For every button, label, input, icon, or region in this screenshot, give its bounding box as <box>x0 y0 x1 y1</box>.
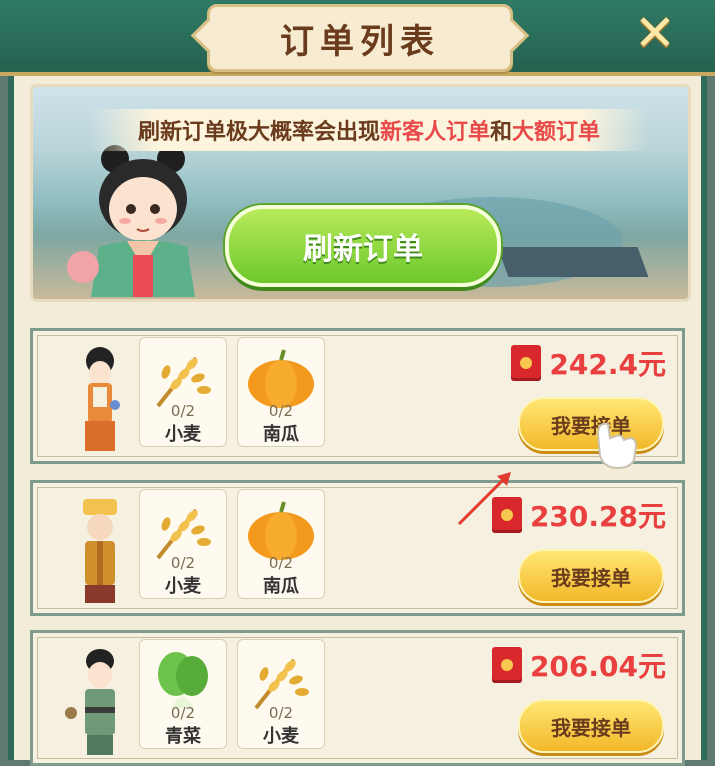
item-quantity: 0/2 <box>268 704 294 722</box>
refresh-banner: 刷新订单极大概率会出现 新客人订单 和 大额订单 刷新订单 <box>30 84 691 302</box>
close-button[interactable]: ✕ <box>628 6 682 60</box>
order-card: 0/2 小麦 0/2 南瓜 230.28元 我要接单 <box>30 480 685 616</box>
reward-row: 242.4元 <box>511 345 666 381</box>
item-name: 小麦 <box>263 726 299 747</box>
accept-order-button[interactable]: 我要接单 <box>518 549 664 603</box>
item-quantity: 0/2 <box>268 554 294 572</box>
page-title: 订单列表 <box>280 21 440 62</box>
header-bar: 订单列表 ✕ <box>0 0 715 76</box>
arrow-annotation-icon <box>457 472 511 526</box>
item-name: 南瓜 <box>263 424 299 445</box>
required-item: 0/2 南瓜 <box>237 489 325 599</box>
reward-amount: 206.04元 <box>529 650 666 683</box>
red-envelope-icon <box>511 345 542 381</box>
title-plaque: 订单列表 <box>207 4 513 72</box>
scenery-roof <box>497 247 649 277</box>
accept-order-button[interactable]: 我要接单 <box>518 699 664 753</box>
refresh-orders-button[interactable]: 刷新订单 <box>225 205 501 287</box>
reward-amount: 230.28元 <box>529 500 666 533</box>
pointer-hand-icon <box>596 422 638 470</box>
close-icon: ✕ <box>634 4 676 62</box>
reward-row: 206.04元 <box>491 647 666 683</box>
item-quantity: 0/2 <box>170 554 196 572</box>
item-name: 青菜 <box>165 726 201 747</box>
red-envelope-icon <box>491 647 522 683</box>
customer-avatar <box>83 499 117 603</box>
item-name: 南瓜 <box>263 576 299 597</box>
customer-avatar <box>65 649 115 755</box>
item-name: 小麦 <box>165 424 201 445</box>
required-item: 0/2 南瓜 <box>237 337 325 447</box>
required-item: 0/2 小麦 <box>139 489 227 599</box>
highlight-big-order: 大额订单 <box>512 120 601 145</box>
banner-hint: 刷新订单极大概率会出现 新客人订单 和 大额订单 <box>89 109 649 151</box>
required-item: 0/2 小麦 <box>237 639 325 749</box>
required-item: 0/2 小麦 <box>139 337 227 447</box>
item-name: 小麦 <box>165 576 201 597</box>
item-quantity: 0/2 <box>170 402 196 420</box>
item-quantity: 0/2 <box>170 704 196 722</box>
reward-row: 230.28元 <box>491 497 666 533</box>
highlight-new-customer: 新客人订单 <box>379 120 490 145</box>
girl-illustration <box>67 145 195 297</box>
order-card: 0/2 青菜 0/2 小麦 206.04元 我要接单 <box>30 630 685 766</box>
order-card: 0/2 小麦 0/2 南瓜 242.4元 我要接单 <box>30 328 685 464</box>
required-item: 0/2 青菜 <box>139 639 227 749</box>
reward-amount: 242.4元 <box>549 348 666 381</box>
customer-avatar <box>85 347 120 451</box>
item-quantity: 0/2 <box>268 402 294 420</box>
